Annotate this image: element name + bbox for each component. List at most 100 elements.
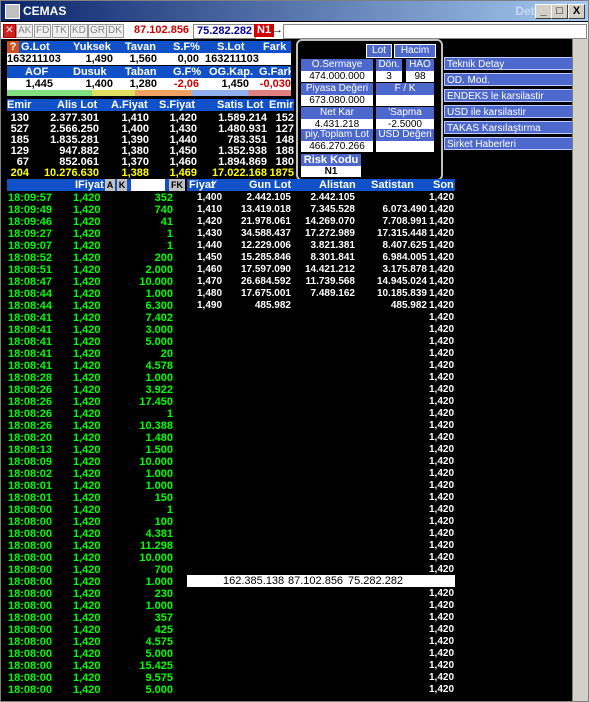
toolbar-btn-tk[interactable]: TK	[52, 24, 69, 38]
menu-od-mod[interactable]: OD. Mod.	[444, 73, 579, 86]
value-ptoplam: 466.270.266	[301, 141, 373, 152]
trade-time: 18:08:00	[8, 540, 53, 552]
trades-filter-input[interactable]	[131, 179, 165, 191]
son-value: 1,420	[429, 492, 455, 503]
son-value: 1,420	[429, 372, 455, 383]
lot-button[interactable]: Lot	[366, 44, 392, 58]
depth-h-satis-lot: Satis Lot	[217, 99, 264, 111]
toolbar-btn-dk[interactable]: DK	[106, 24, 124, 38]
trade-time: 18:08:00	[8, 588, 53, 600]
trade-lot: 11.298	[139, 540, 173, 552]
trades-btn-fk[interactable]: FK	[169, 179, 185, 191]
son-value: 1,420	[429, 336, 455, 347]
trade-lot: 425	[154, 624, 173, 636]
depth-header: Emir Alis Lot A.Fiyat S.Fiyat Satis Lot …	[7, 99, 294, 111]
toolbar-btn-ak[interactable]: AK	[16, 24, 34, 38]
trade-price: 1,420	[73, 528, 101, 540]
gunluk-cell: 17.675.001	[240, 288, 291, 299]
trade-lot: 10.000	[139, 456, 173, 468]
trade-price: 1,420	[73, 540, 101, 552]
value-gf: -2,06	[173, 78, 199, 90]
gunluk-cell: 17.315.448	[376, 228, 427, 239]
trade-lot: 230	[154, 588, 173, 600]
trade-price: 1,420	[73, 456, 101, 468]
son-value: 1,420	[429, 288, 455, 299]
gunluk-cell: 14.269.070	[304, 216, 355, 227]
close-button[interactable]: X	[568, 4, 585, 19]
value-yuksek: 1,490	[85, 53, 113, 65]
son-value: 1,420	[429, 444, 455, 455]
trade-time: 18:08:26	[8, 384, 53, 396]
trade-price: 1,420	[73, 420, 101, 432]
trade-time: 18:08:20	[8, 432, 53, 444]
stock-detail-window: CEMAS Detay _ □ X ✕ AK FD TK KD GR DK 87…	[0, 0, 589, 702]
son-value: 1,420	[429, 648, 455, 659]
toolbar-btn-kd[interactable]: KD	[70, 24, 88, 38]
trade-time: 18:08:44	[8, 300, 53, 312]
trade-time: 18:08:28	[8, 372, 53, 384]
trade-lot: 10.388	[139, 420, 173, 432]
menu-endeks[interactable]: ENDEKS le karsilastir	[444, 89, 579, 102]
help-icon[interactable]: ?	[7, 41, 19, 53]
gunluk-cell: 1,490	[197, 300, 223, 311]
menu-takas[interactable]: TAKAS Karsılaştırma	[444, 121, 579, 134]
trades-btn-a[interactable]: A	[105, 179, 115, 191]
son-value: 1,420	[429, 276, 455, 287]
son-value: 1,420	[429, 456, 455, 467]
son-value: 1,420	[429, 348, 455, 359]
menu-teknik-detay[interactable]: Teknik Detay	[444, 57, 579, 70]
trade-time: 18:08:41	[8, 312, 53, 324]
minimize-button[interactable]: _	[535, 4, 552, 19]
trade-time: 18:08:00	[8, 648, 53, 660]
trade-lot: 1.480	[145, 432, 173, 444]
gunluk-cell: 1,450	[197, 252, 223, 263]
label-osermaye: O.Sermaye	[301, 59, 373, 71]
gunluk-cell: 1,400	[197, 192, 223, 203]
gunluk-cell: 1,470	[197, 276, 223, 287]
total-satistan: 75.282.282	[348, 575, 404, 587]
trades-h-fiyat: IFiyat	[75, 179, 104, 191]
gunluk-cell: 6.073.490	[382, 204, 428, 215]
trade-price: 1,420	[73, 324, 101, 336]
hacim-button[interactable]: Hacim	[394, 44, 436, 58]
trade-time: 18:09:27	[8, 228, 53, 240]
sort-icon[interactable]: ⁄	[213, 179, 215, 191]
trade-time: 18:08:01	[8, 480, 53, 492]
trade-time: 18:08:41	[8, 324, 53, 336]
trade-lot: 1.000	[145, 288, 173, 300]
value-slot: 163211103	[205, 53, 259, 65]
trade-price: 1,420	[73, 336, 101, 348]
gunluk-cell: 7.489.162	[310, 288, 356, 299]
trade-lot: 1.000	[145, 576, 173, 588]
son-value: 1,420	[429, 540, 455, 551]
vertical-scrollbar[interactable]	[572, 39, 588, 701]
son-value: 1,420	[429, 360, 455, 371]
gunluk-cell: 7.708.991	[382, 216, 428, 227]
son-value: 1,420	[429, 420, 455, 431]
label-tavan: Tavan	[125, 41, 156, 53]
label-risk: Risk Kodu	[301, 154, 361, 166]
gunluk-cell: 1,440	[197, 240, 223, 251]
command-input[interactable]	[283, 24, 587, 39]
gunluk-cell: 12.229.006	[240, 240, 291, 251]
trade-lot: 1.000	[145, 480, 173, 492]
trade-lot: 1.000	[145, 600, 173, 612]
maximize-button[interactable]: □	[551, 4, 568, 19]
value-hao: 98	[406, 71, 434, 82]
toolbar-btn-gr[interactable]: GR	[88, 24, 107, 38]
app-icon	[5, 4, 20, 19]
info-header-1: ? G.Lot Yuksek Tavan S.F% S.Lot Fark	[7, 41, 291, 53]
menu-sirket-haberleri[interactable]: Sirket Haberleri	[444, 137, 579, 150]
menu-usd[interactable]: USD ile karsilastir	[444, 105, 579, 118]
son-value: 1,420	[429, 588, 455, 599]
toolbar-btn-fd[interactable]: FD	[34, 24, 52, 38]
close-x-icon[interactable]: ✕	[3, 24, 16, 38]
trade-time: 18:08:41	[8, 336, 53, 348]
value-don: 3	[376, 71, 402, 82]
trade-lot: 150	[154, 492, 173, 504]
trades-btn-k[interactable]: K	[117, 179, 127, 191]
title-bar[interactable]: CEMAS Detay _ □ X	[1, 1, 588, 21]
label-aof: AOF	[25, 66, 49, 78]
fundamentals-panel: Lot Hacim O.Sermaye Dön. HAO 474.000.000…	[296, 39, 443, 181]
trade-price: 1,420	[73, 480, 101, 492]
